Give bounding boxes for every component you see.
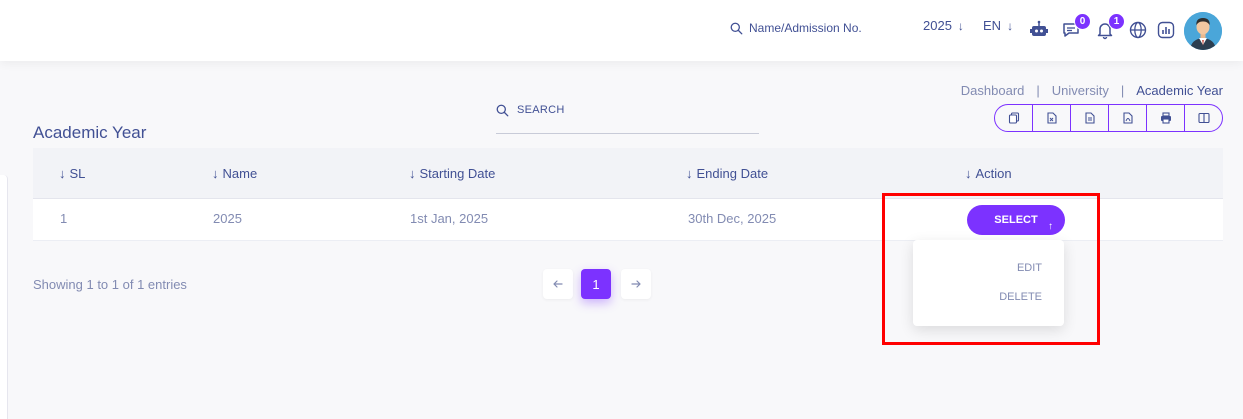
header-search-label: Name/Admission No. (749, 21, 862, 35)
year-selector[interactable]: 2025 ↓ (923, 18, 964, 33)
header-search[interactable]: Name/Admission No. (730, 21, 862, 35)
csv-button[interactable] (1071, 105, 1109, 131)
column-header-name[interactable]: ↓ Name (212, 166, 257, 181)
page-title: Academic Year (33, 123, 147, 142)
breadcrumb-academic-year: Academic Year (1136, 83, 1223, 98)
arrow-down-icon: ↓ (957, 18, 964, 33)
cell-sl: 1 (60, 211, 68, 226)
excel-button[interactable] (1033, 105, 1071, 131)
breadcrumb-dashboard[interactable]: Dashboard (961, 83, 1025, 98)
export-button-group (994, 104, 1223, 132)
column-visibility-button[interactable] (1185, 105, 1222, 131)
csv-file-icon (1084, 112, 1095, 124)
avatar[interactable] (1184, 12, 1222, 50)
column-label: Starting Date (419, 166, 496, 181)
analytics-icon[interactable] (1155, 19, 1177, 41)
sort-arrow-icon: ↓ (965, 166, 972, 181)
highlight-box (882, 193, 1100, 345)
arrow-left-icon (553, 280, 563, 288)
chat-badge: 0 (1074, 13, 1091, 30)
cell-ending-date: 30th Dec, 2025 (688, 211, 777, 226)
arrow-down-icon: ↓ (1007, 18, 1014, 33)
column-label: Ending Date (696, 166, 769, 181)
column-header-ending-date[interactable]: ↓ Ending Date (686, 166, 768, 181)
column-header-starting-date[interactable]: ↓ Starting Date (409, 166, 495, 181)
cell-name: 2025 (213, 211, 242, 226)
notification-badge: 1 (1108, 13, 1125, 30)
sort-arrow-icon: ↓ (686, 166, 693, 181)
excel-file-icon (1046, 112, 1057, 124)
cell-starting-date: 1st Jan, 2025 (410, 211, 489, 226)
print-button[interactable] (1147, 105, 1185, 131)
next-page-button[interactable] (621, 269, 651, 299)
search-placeholder: SEARCH (517, 104, 565, 116)
column-label: SL (69, 166, 86, 181)
pdf-button[interactable] (1109, 105, 1147, 131)
column-header-sl[interactable]: ↓ SL (59, 166, 85, 181)
sort-arrow-icon: ↓ (59, 166, 66, 181)
globe-icon[interactable] (1127, 19, 1149, 41)
print-icon (1160, 112, 1171, 124)
chat-icon[interactable]: 0 (1060, 13, 1091, 41)
previous-page-button[interactable] (543, 269, 573, 299)
breadcrumb-separator: | (1120, 83, 1125, 98)
bell-icon[interactable]: 1 (1094, 13, 1125, 41)
language-selector[interactable]: EN ↓ (983, 18, 1013, 33)
breadcrumb-separator: | (1036, 83, 1040, 98)
search-icon (496, 104, 509, 117)
breadcrumb: Dashboard | University | Academic Year (961, 83, 1223, 98)
sort-arrow-icon: ↓ (409, 166, 416, 181)
robot-icon[interactable] (1028, 19, 1050, 41)
sort-arrow-icon: ↓ (212, 166, 219, 181)
column-label: Name (222, 166, 258, 181)
column-header-action[interactable]: ↓ Action (965, 166, 1012, 181)
breadcrumb-university[interactable]: University (1052, 83, 1109, 98)
arrow-right-icon (631, 280, 641, 288)
table-info: Showing 1 to 1 of 1 entries (33, 277, 187, 292)
column-label: Action (975, 166, 1012, 181)
sidebar-edge (0, 175, 8, 419)
copy-icon (1008, 112, 1019, 124)
copy-button[interactable] (995, 105, 1033, 131)
language-value: EN (983, 18, 1002, 33)
search-icon (730, 22, 743, 34)
page-button-current[interactable]: 1 (581, 269, 611, 299)
top-bar: Name/Admission No. 2025 ↓ EN ↓ 0 1 (0, 0, 1243, 61)
table-header: ↓ SL ↓ Name ↓ Starting Date ↓ Ending Dat… (33, 148, 1223, 199)
pdf-file-icon (1122, 112, 1133, 124)
year-value: 2025 (923, 18, 952, 33)
table-search-input[interactable]: SEARCH (496, 102, 759, 134)
columns-icon (1197, 112, 1210, 124)
